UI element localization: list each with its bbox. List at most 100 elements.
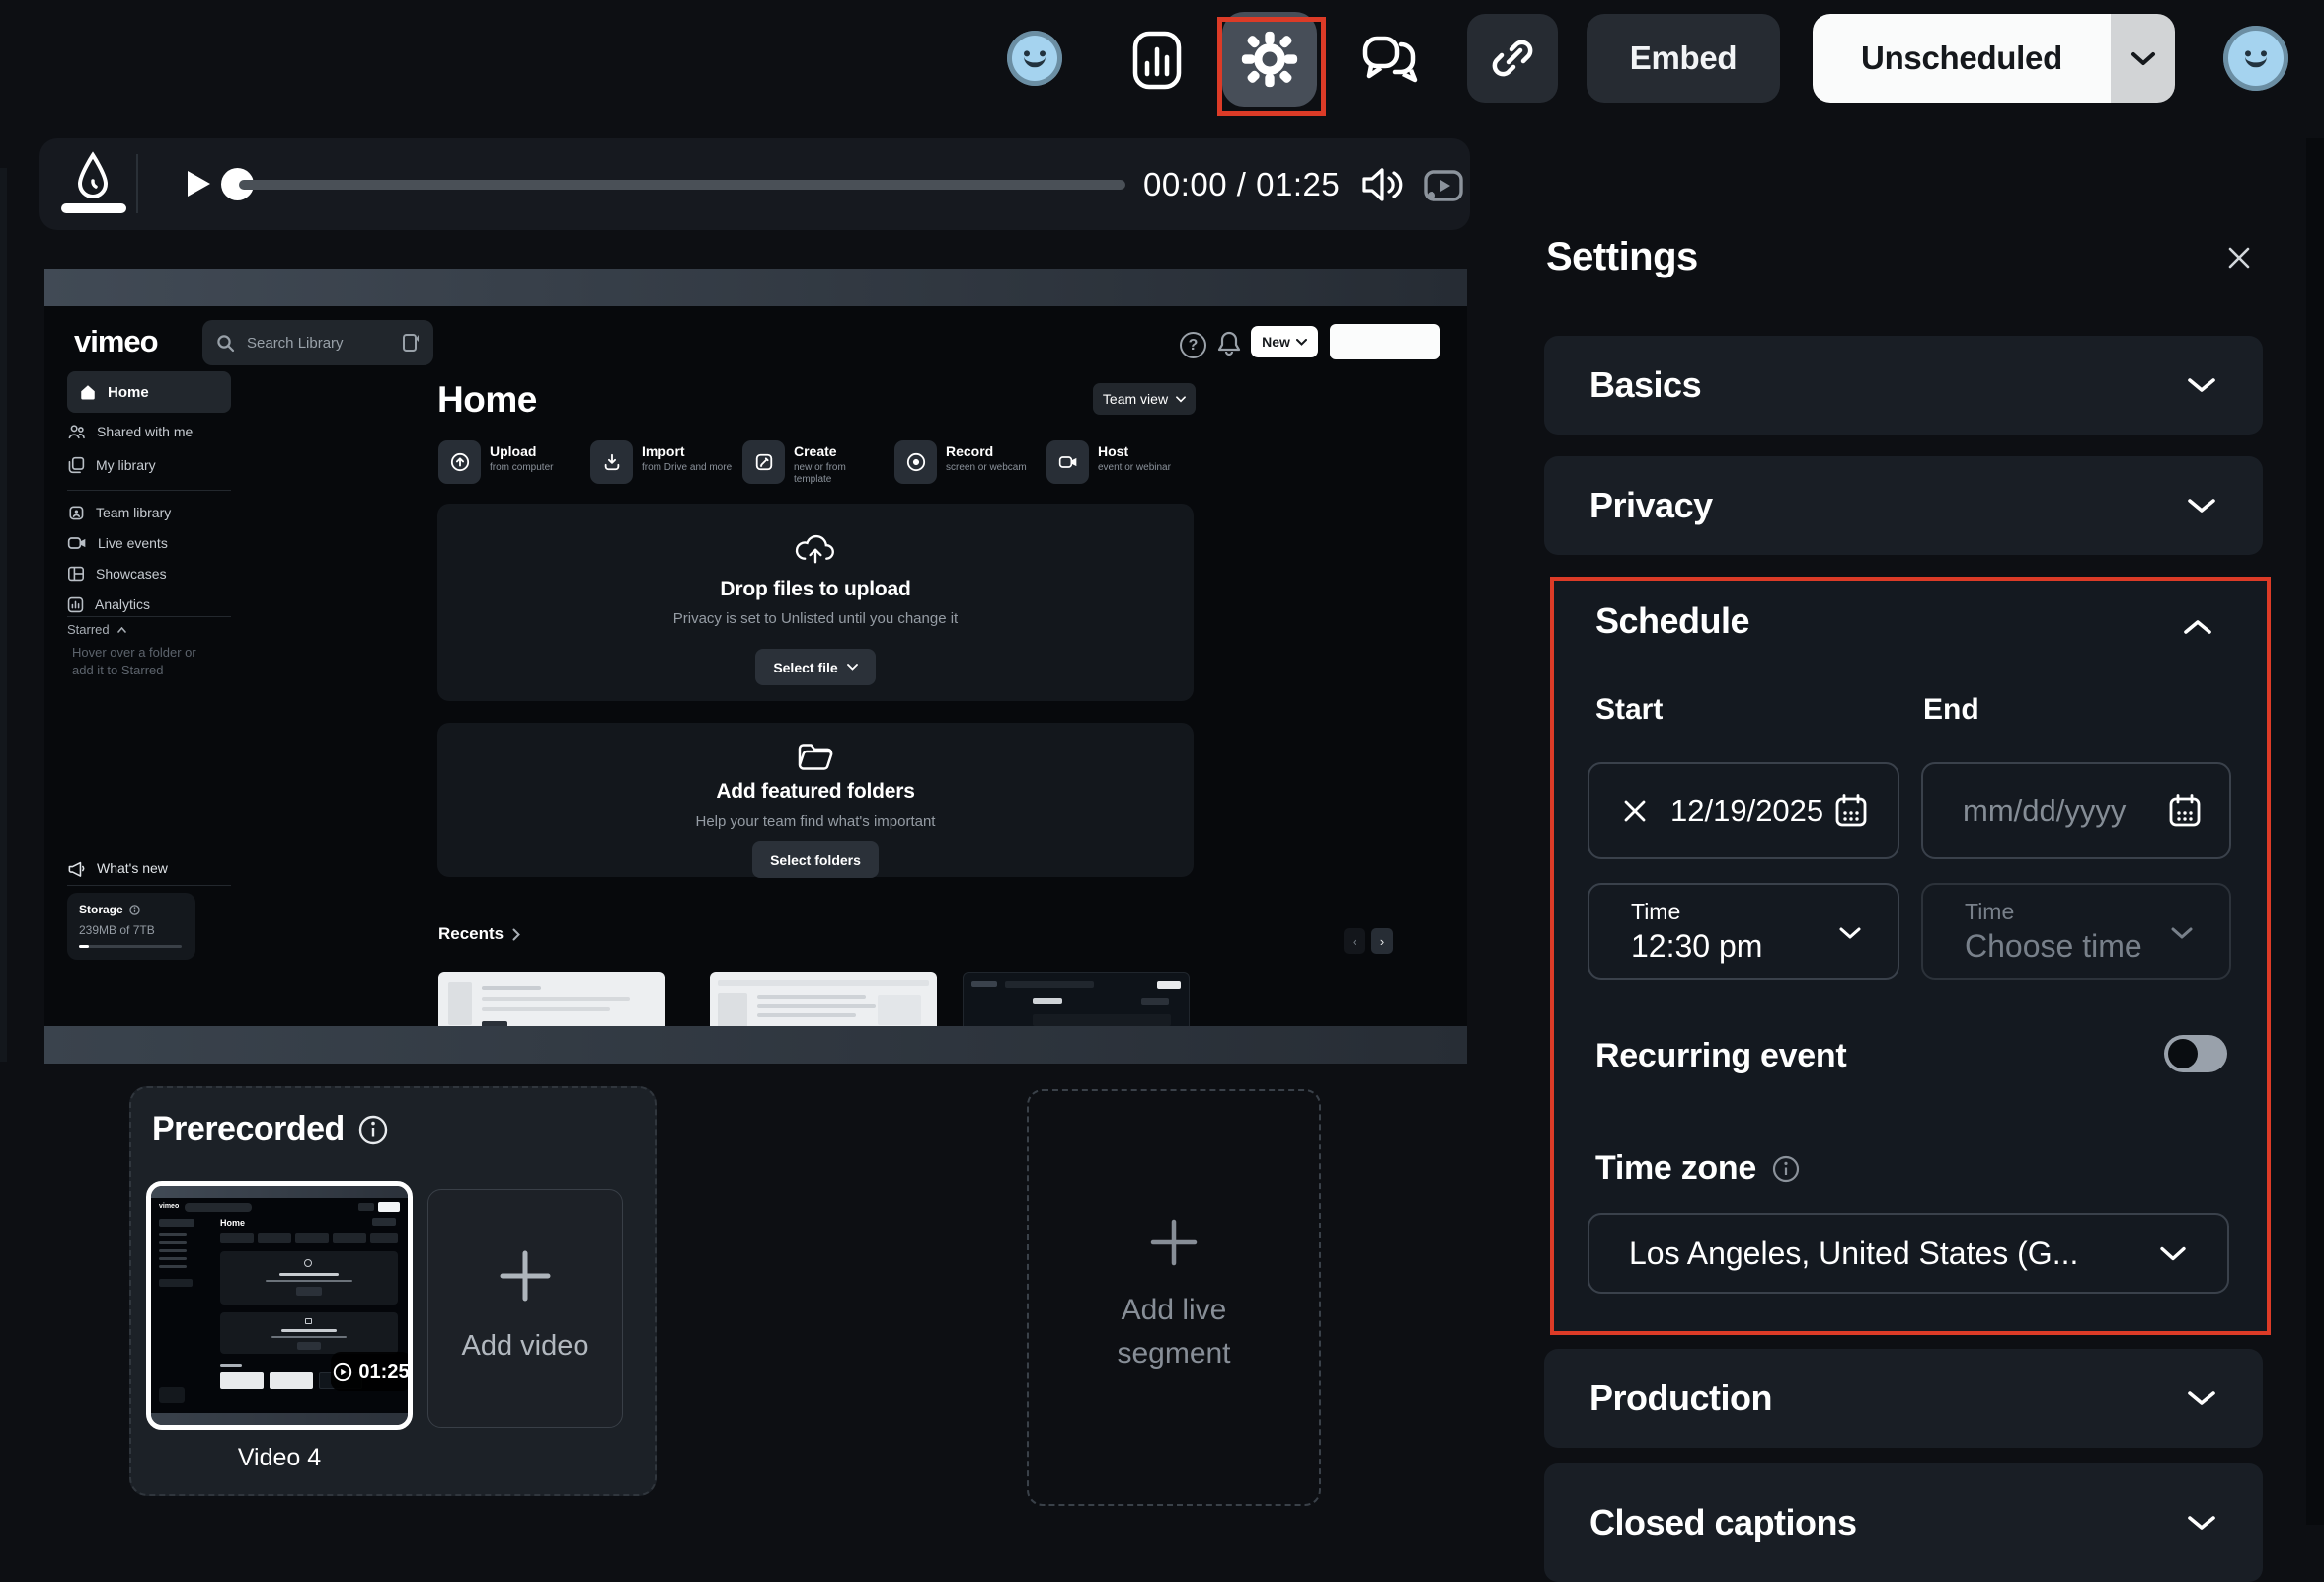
video-preview[interactable]: vimeo Search Library ? New Home xyxy=(44,269,1467,1064)
sidebar-starred-header: Starred xyxy=(67,622,126,637)
info-icon[interactable] xyxy=(358,1115,388,1145)
recents-next-arrow: › xyxy=(1371,928,1393,954)
recents-prev-arrow: ‹ xyxy=(1344,928,1365,954)
sidebar-item-whats-new: What's new xyxy=(67,853,235,883)
settings-panel-title: Settings xyxy=(1546,235,1698,279)
chevron-down-icon xyxy=(2186,497,2217,514)
recurring-event-toggle[interactable] xyxy=(2164,1035,2227,1072)
create-icon xyxy=(742,440,785,484)
start-date-input[interactable]: 12/19/2025 xyxy=(1588,762,1899,859)
end-time-placeholder: Choose time xyxy=(1965,928,2142,965)
copy-link-button[interactable] xyxy=(1467,14,1558,103)
library-icon xyxy=(67,456,85,474)
dropzone-panel: Drop files to upload Privacy is set to U… xyxy=(437,504,1194,701)
pip-button[interactable] xyxy=(1422,168,1465,205)
end-label: End xyxy=(1923,693,1979,727)
chevron-right-icon xyxy=(512,928,520,941)
notifications-bell-icon xyxy=(1217,330,1241,357)
prerecorded-panel: Prerecorded vimeo Home xyxy=(129,1086,657,1496)
close-icon xyxy=(2225,244,2253,272)
chevron-down-icon xyxy=(847,664,858,671)
end-date-input[interactable]: mm/dd/yyyy xyxy=(1921,762,2231,859)
recurring-event-label: Recurring event xyxy=(1595,1037,1846,1075)
clear-date-icon[interactable] xyxy=(1621,797,1649,825)
schedule-status-button[interactable]: Unscheduled xyxy=(1813,14,2111,103)
time-label: Time xyxy=(1631,899,1680,925)
branding-color-tool[interactable] xyxy=(75,151,111,198)
paste-icon xyxy=(402,333,420,353)
action-card-create: Create new or from template xyxy=(742,440,885,488)
action-card-record: Record screen or webcam xyxy=(894,440,1037,488)
accordion-production[interactable]: Production xyxy=(1544,1349,2263,1448)
dropzone-subtitle: Privacy is set to Unlisted until you cha… xyxy=(437,610,1194,627)
sidebar-item-home: Home xyxy=(67,371,231,413)
schedule-status-split-button[interactable]: Unscheduled xyxy=(1813,14,2175,103)
mini-vimeo-logo: vimeo xyxy=(159,1203,179,1210)
play-button[interactable] xyxy=(188,171,210,197)
link-icon xyxy=(1490,36,1535,81)
video-bottom-band xyxy=(44,1026,1467,1064)
storage-card: Storage 239MB of 7TB xyxy=(67,893,195,960)
presence-avatar xyxy=(1007,31,1062,86)
info-icon[interactable] xyxy=(1772,1155,1800,1183)
cloud-upload-icon xyxy=(437,529,1194,565)
bar-chart-icon xyxy=(1131,30,1183,91)
accordion-privacy[interactable]: Privacy xyxy=(1544,456,2263,555)
import-icon xyxy=(590,440,633,484)
timezone-value: Los Angeles, United States (G... xyxy=(1629,1235,2158,1272)
chevron-down-icon xyxy=(2186,376,2217,394)
add-live-segment-button[interactable]: Add live segment xyxy=(1027,1089,1321,1506)
settings-close-button[interactable] xyxy=(2225,244,2253,272)
video-duration-badge: 01:25 xyxy=(331,1352,412,1391)
sidebar-item-analytics: Analytics xyxy=(67,590,235,619)
user-avatar[interactable] xyxy=(2223,26,2288,91)
add-live-segment-label-line2: segment xyxy=(1117,1332,1230,1376)
chevron-down-icon xyxy=(1838,926,1862,940)
calendar-icon[interactable] xyxy=(2168,793,2202,829)
timezone-dropdown[interactable]: Los Angeles, United States (G... xyxy=(1588,1213,2229,1294)
calendar-icon[interactable] xyxy=(1834,793,1868,829)
schedule-status-dropdown[interactable] xyxy=(2111,14,2175,103)
scrollbar-track[interactable] xyxy=(2306,138,2324,1525)
chevron-up-icon[interactable] xyxy=(2182,618,2213,636)
picture-in-picture-icon xyxy=(1422,168,1465,205)
end-time-dropdown[interactable]: Time Choose time xyxy=(1921,883,2231,980)
divider xyxy=(67,490,231,491)
add-video-button[interactable]: Add video xyxy=(427,1189,623,1428)
start-time-dropdown[interactable]: Time 12:30 pm xyxy=(1588,883,1899,980)
action-card-import: Import from Drive and more xyxy=(590,440,733,488)
starred-hint: Hover over a folder or add it to Starred xyxy=(72,644,230,679)
accordion-schedule[interactable]: Schedule xyxy=(1595,600,1749,642)
search-input: Search Library xyxy=(202,320,433,365)
analytics-icon xyxy=(67,596,84,613)
toggle-knob xyxy=(2168,1039,2198,1068)
accordion-closed-captions[interactable]: Closed captions xyxy=(1544,1463,2263,1582)
home-icon xyxy=(79,383,97,401)
chevron-down-icon xyxy=(1176,396,1186,403)
play-circle-icon xyxy=(333,1362,352,1382)
volume-button[interactable] xyxy=(1360,164,1404,205)
embed-button[interactable]: Embed xyxy=(1587,14,1780,103)
chevron-up-icon xyxy=(117,627,126,633)
sidebar-item-showcases: Showcases xyxy=(67,559,235,589)
speaker-icon xyxy=(1360,164,1404,205)
select-folders-button: Select folders xyxy=(752,841,879,878)
team-view-button: Team view xyxy=(1093,383,1196,415)
accordion-basics[interactable]: Basics xyxy=(1544,336,2263,435)
storage-value: 239MB of 7TB xyxy=(79,923,184,937)
select-file-button: Select file xyxy=(755,649,875,685)
player-bar: 00:00 / 01:25 xyxy=(39,138,1470,230)
seek-track[interactable] xyxy=(239,180,1125,190)
help-icon: ? xyxy=(1180,332,1206,358)
recents-header: Recents xyxy=(438,924,520,944)
ink-drop-icon xyxy=(75,151,111,198)
vimeo-logo: vimeo xyxy=(74,324,158,359)
chat-button[interactable] xyxy=(1360,28,1426,93)
preview-page-title: Home xyxy=(437,379,537,421)
people-icon xyxy=(67,423,86,440)
time-label: Time xyxy=(1965,899,2014,925)
left-edge-panel xyxy=(0,168,7,1062)
analytics-button[interactable] xyxy=(1131,30,1183,91)
upload-icon xyxy=(438,440,481,484)
video-thumbnail-card[interactable]: vimeo Home xyxy=(146,1181,413,1430)
